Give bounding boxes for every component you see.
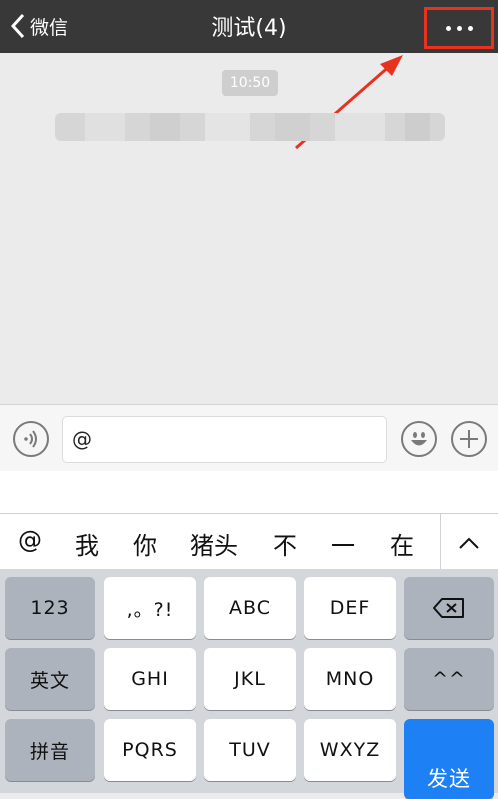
message-timestamp: 10:50 [222,70,278,96]
chevron-up-icon[interactable] [452,526,486,560]
candidate-bar: @ 我 你 猪头 不 一 在 [0,513,498,570]
candidate-item[interactable]: 不 [273,526,297,561]
blurred-message [55,113,445,141]
key-emoticon[interactable]: ^^ [404,648,494,710]
key-jkl[interactable]: JKL [204,648,296,710]
emoji-button[interactable] [401,421,437,457]
key-def[interactable]: DEF [304,577,396,639]
more-icon [445,25,451,31]
more-button[interactable] [424,7,494,49]
candidate-divider [440,514,441,570]
candidate-item[interactable]: 在 [390,526,414,561]
candidate-item[interactable]: 我 [75,526,99,561]
voice-icon [24,430,37,448]
key-pqrs[interactable]: PQRS [104,719,196,781]
keyboard-toolbar-spacer [0,471,498,513]
key-123[interactable]: 123 [5,577,95,639]
plus-button[interactable] [451,421,487,457]
key-wxyz[interactable]: WXYZ [304,719,396,781]
key-pinyin[interactable]: 拼音 [5,719,95,781]
emoji-icon [411,432,427,446]
delete-key[interactable] [404,577,494,639]
delete-icon [433,598,464,618]
candidate-item[interactable]: @ [18,526,42,554]
key-tuv[interactable]: TUV [204,719,296,781]
key-ghi[interactable]: GHI [104,648,196,710]
message-input[interactable]: @ [62,416,387,463]
key-punctuation[interactable]: ,。?! [104,577,196,639]
candidate-item[interactable]: 一 [331,526,355,561]
key-mno[interactable]: MNO [304,648,396,710]
input-bar: @ [0,404,498,471]
candidate-item[interactable]: 猪头 [190,526,238,561]
candidate-item[interactable]: 你 [133,526,157,561]
voice-button[interactable] [13,421,49,457]
nav-bar: 微信 测试(4) [0,0,498,53]
key-english[interactable]: 英文 [5,648,95,710]
key-abc[interactable]: ABC [204,577,296,639]
keyboard: 123 ,。?! ABC DEF 英文 GHI JKL MNO ^^ 拼音 PQ… [0,569,498,799]
send-button[interactable]: 发送 [404,719,494,799]
plus-icon [460,430,478,448]
